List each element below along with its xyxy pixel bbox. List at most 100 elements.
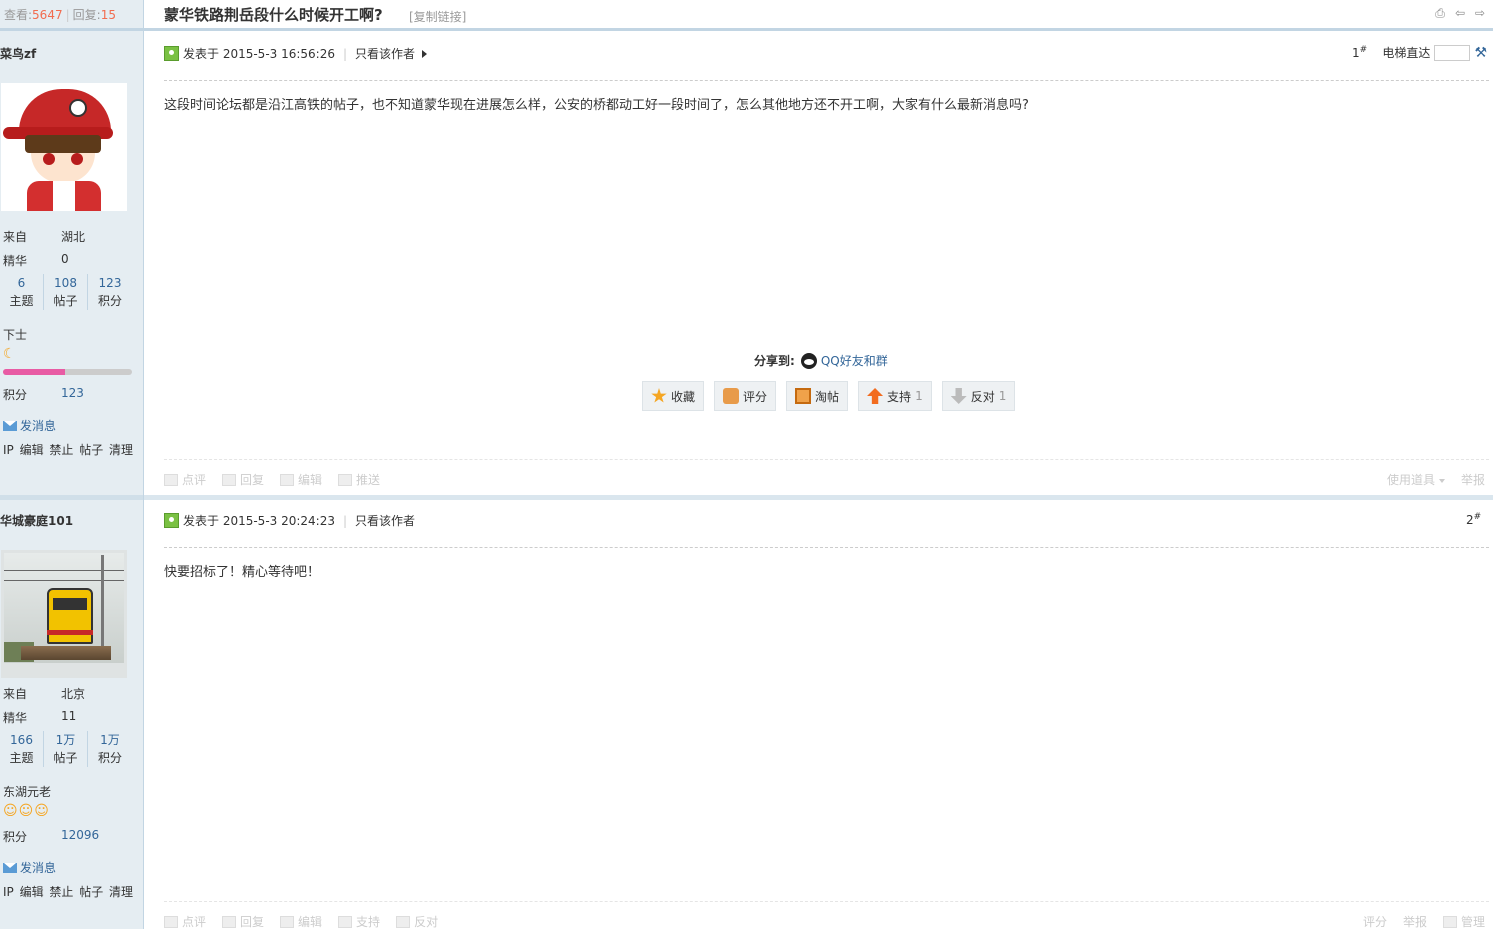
only-author-link[interactable]: 只看该作者	[355, 45, 415, 62]
support-action[interactable]: 支持	[338, 913, 380, 929]
pencil-icon	[280, 473, 295, 486]
rate-button[interactable]: 评分	[714, 381, 777, 411]
tao-button[interactable]: 淘帖	[786, 381, 849, 411]
arrow-up-icon	[867, 388, 884, 404]
post-meta: 发表于 2015-5-3 20:24:23 | 只看该作者	[164, 512, 415, 529]
post-time: 发表于 2015-5-3 16:56:26	[183, 47, 335, 61]
stat-points[interactable]: 1万 积分	[88, 731, 132, 767]
points-row: 积分 123	[3, 386, 84, 402]
send-message-link[interactable]: 发消息	[3, 417, 56, 434]
admin-links[interactable]: IP 编辑 禁止 帖子 清理	[3, 883, 133, 900]
stat-posts[interactable]: 1万 帖子	[44, 731, 88, 767]
avatar[interactable]	[0, 549, 128, 679]
wrench-icon[interactable]: ⚒	[1474, 45, 1487, 61]
author-stats: 166 主题 1万 帖子 1万 积分	[0, 731, 132, 767]
floor-number[interactable]: 1#	[1352, 45, 1367, 60]
level-progress-bar	[3, 369, 132, 375]
copy-link-button[interactable]: [复制链接]	[409, 8, 466, 25]
post-actions: 点评 回复 编辑 推送	[164, 471, 380, 488]
stat-points[interactable]: 123 积分	[88, 274, 132, 310]
points-row: 积分 12096	[3, 828, 100, 844]
star-icon	[651, 388, 667, 403]
report-link[interactable]: 举报	[1403, 913, 1427, 929]
reply-action[interactable]: 回复	[222, 471, 264, 488]
report-link[interactable]: 举报	[1461, 471, 1485, 488]
author-stats: 6 主题 108 帖子 123 积分	[0, 274, 132, 310]
manage-link[interactable]: 管理	[1442, 913, 1485, 929]
thread-title: 蒙华铁路荆岳段什么时候开工啊?	[164, 6, 383, 24]
arrow-down-icon	[950, 388, 967, 404]
stat-topics[interactable]: 6 主题	[0, 274, 44, 310]
post-actions-right: 评分 举报 管理	[1363, 913, 1485, 929]
arrow-down-icon	[396, 915, 411, 928]
thread-header: 查看:5647 | 回复:15 蒙华铁路荆岳段什么时候开工啊? [复制链接] ⎙ ⇦…	[0, 0, 1493, 31]
edit-action[interactable]: 编辑	[280, 913, 322, 929]
post-actions-right: 使用道具 举报	[1387, 471, 1485, 488]
admin-links[interactable]: IP 编辑 禁止 帖子 清理	[3, 441, 133, 458]
share-bar: 分享到: QQ好友和群	[754, 352, 888, 369]
from-row: 来自 湖北	[3, 230, 86, 244]
comment-action[interactable]: 点评	[164, 913, 206, 929]
stat-posts[interactable]: 108 帖子	[44, 274, 88, 310]
reply-action[interactable]: 回复	[222, 913, 264, 929]
post-meta: 发表于 2015-5-3 16:56:26 | 只看该作者	[164, 45, 428, 62]
send-message-link[interactable]: 发消息	[3, 859, 56, 876]
stat-topics[interactable]: 166 主题	[0, 731, 44, 767]
checkbox-icon[interactable]	[1442, 915, 1457, 928]
mail-icon	[3, 420, 17, 431]
rank-title: 东湖元老	[3, 785, 52, 799]
views-label: 查看:	[4, 8, 33, 22]
post-content: 这段时间论坛都是沿江高铁的帖子，也不知道蒙华现在进展怎么样，公安的桥都动工好一段…	[164, 98, 1029, 113]
oppose-action[interactable]: 反对	[396, 913, 438, 929]
use-tool-menu[interactable]: 使用道具	[1387, 471, 1445, 488]
only-author-link[interactable]: 只看该作者	[355, 512, 415, 529]
next-thread-icon[interactable]: ⇨	[1473, 6, 1487, 20]
prev-thread-icon[interactable]: ⇦	[1453, 6, 1467, 20]
support-button[interactable]: 支持 1	[858, 381, 932, 411]
floor-number[interactable]: 2#	[1466, 512, 1481, 527]
replies-count: 15	[100, 8, 116, 22]
print-icon[interactable]: ⎙	[1433, 6, 1447, 20]
share-label: 分享到:	[754, 354, 795, 368]
divider	[164, 547, 1489, 548]
comment-icon	[164, 915, 178, 928]
author-name[interactable]: 菜鸟zf	[0, 45, 36, 62]
qq-icon	[800, 352, 817, 369]
digest-row: 精华 0	[3, 252, 69, 268]
arrow-right-icon	[422, 49, 428, 58]
smiley-icon: ☺☺☺	[3, 803, 50, 819]
divider	[164, 901, 1489, 902]
views-count: 5647	[32, 8, 63, 22]
chevron-down-icon	[1438, 478, 1445, 483]
comment-action[interactable]: 点评	[164, 471, 206, 488]
reply-icon	[222, 473, 237, 486]
online-status-icon	[164, 513, 179, 528]
moon-icon: ☾	[3, 346, 16, 362]
author-name[interactable]: 华城豪庭101	[0, 512, 73, 529]
favorite-button[interactable]: 收藏	[642, 381, 705, 411]
post-buttons: 收藏 评分 淘帖 支持 1 反对 1	[642, 381, 1016, 411]
avatar[interactable]	[0, 82, 128, 212]
post-actions: 点评 回复 编辑 支持 反对	[164, 913, 438, 929]
rate-link[interactable]: 评分	[1363, 913, 1387, 929]
arrow-up-icon	[338, 915, 353, 928]
push-action[interactable]: 推送	[338, 471, 380, 488]
elevator-label: 电梯直达	[1382, 46, 1431, 60]
oppose-button[interactable]: 反对 1	[941, 381, 1016, 411]
elevator-jump: 电梯直达 ⚒	[1382, 44, 1487, 61]
edit-action[interactable]: 编辑	[280, 471, 322, 488]
comment-icon	[164, 473, 178, 486]
online-status-icon	[164, 46, 179, 61]
rank-title: 下士	[3, 328, 28, 342]
divider	[164, 459, 1489, 460]
thumb-icon	[723, 388, 740, 404]
replies-label: 回复:	[72, 8, 101, 22]
thread-stats: 查看:5647 | 回复:15	[4, 8, 116, 22]
post-time: 发表于 2015-5-3 20:24:23	[183, 514, 335, 528]
floor-jump-input[interactable]	[1434, 44, 1471, 61]
divider	[164, 80, 1489, 81]
digest-row: 精华 11	[3, 709, 77, 725]
post-content: 快要招标了！精心等待吧！	[164, 565, 321, 580]
share-qq-link[interactable]: QQ好友和群	[821, 352, 888, 369]
from-row: 来自 北京	[3, 687, 86, 701]
